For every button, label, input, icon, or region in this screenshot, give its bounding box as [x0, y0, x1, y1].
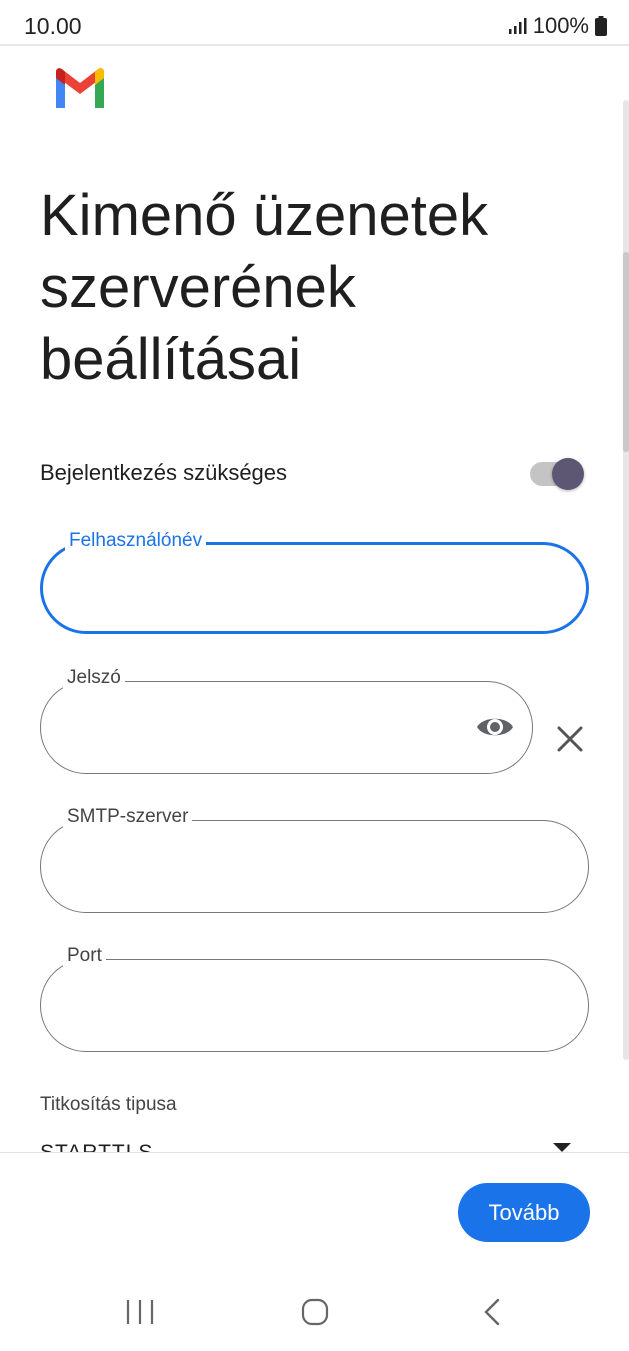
password-field[interactable]: Jelszó [40, 667, 533, 774]
smtp-server-label: SMTP-szerver [63, 806, 193, 828]
home-icon[interactable] [301, 1298, 329, 1326]
port-input[interactable] [67, 982, 538, 1028]
username-input[interactable] [69, 567, 536, 613]
toggle-knob [552, 458, 584, 490]
recents-icon[interactable] [124, 1298, 156, 1326]
encryption-type-select[interactable]: STARTTLS [40, 1140, 153, 1152]
eye-icon[interactable] [476, 710, 514, 744]
page-title: Kimenő üzenetek szerverének beállításai [40, 183, 489, 392]
smtp-server-input[interactable] [67, 843, 538, 889]
status-time: 10.00 [24, 13, 82, 39]
next-button[interactable]: Tovább [458, 1183, 590, 1242]
login-required-label: Bejelentkezés szükséges [40, 460, 288, 485]
scrollbar-thumb[interactable] [623, 252, 629, 452]
password-input[interactable] [67, 704, 482, 750]
battery-icon [595, 16, 607, 36]
smtp-server-field[interactable]: SMTP-szerver [40, 806, 589, 913]
status-bar: 10.00 100% [0, 0, 629, 48]
username-label: Felhasználónév [65, 530, 207, 552]
port-label: Port [63, 945, 106, 967]
encryption-type-label: Titkosítás tipusa [40, 1094, 177, 1115]
dropdown-arrow-icon[interactable] [553, 1143, 571, 1152]
back-icon[interactable] [480, 1298, 504, 1326]
status-divider [0, 44, 629, 46]
close-icon[interactable] [556, 725, 584, 753]
password-label: Jelszó [63, 667, 125, 689]
scrollbar-track[interactable] [623, 100, 629, 1060]
port-field[interactable]: Port [40, 945, 589, 1052]
login-required-toggle[interactable] [530, 458, 586, 490]
username-field[interactable]: Felhasználónév [40, 530, 589, 634]
signal-icon [508, 18, 527, 34]
battery-percent: 100% [532, 13, 589, 38]
gmail-logo [56, 68, 104, 108]
status-indicators: 100% [508, 13, 607, 39]
